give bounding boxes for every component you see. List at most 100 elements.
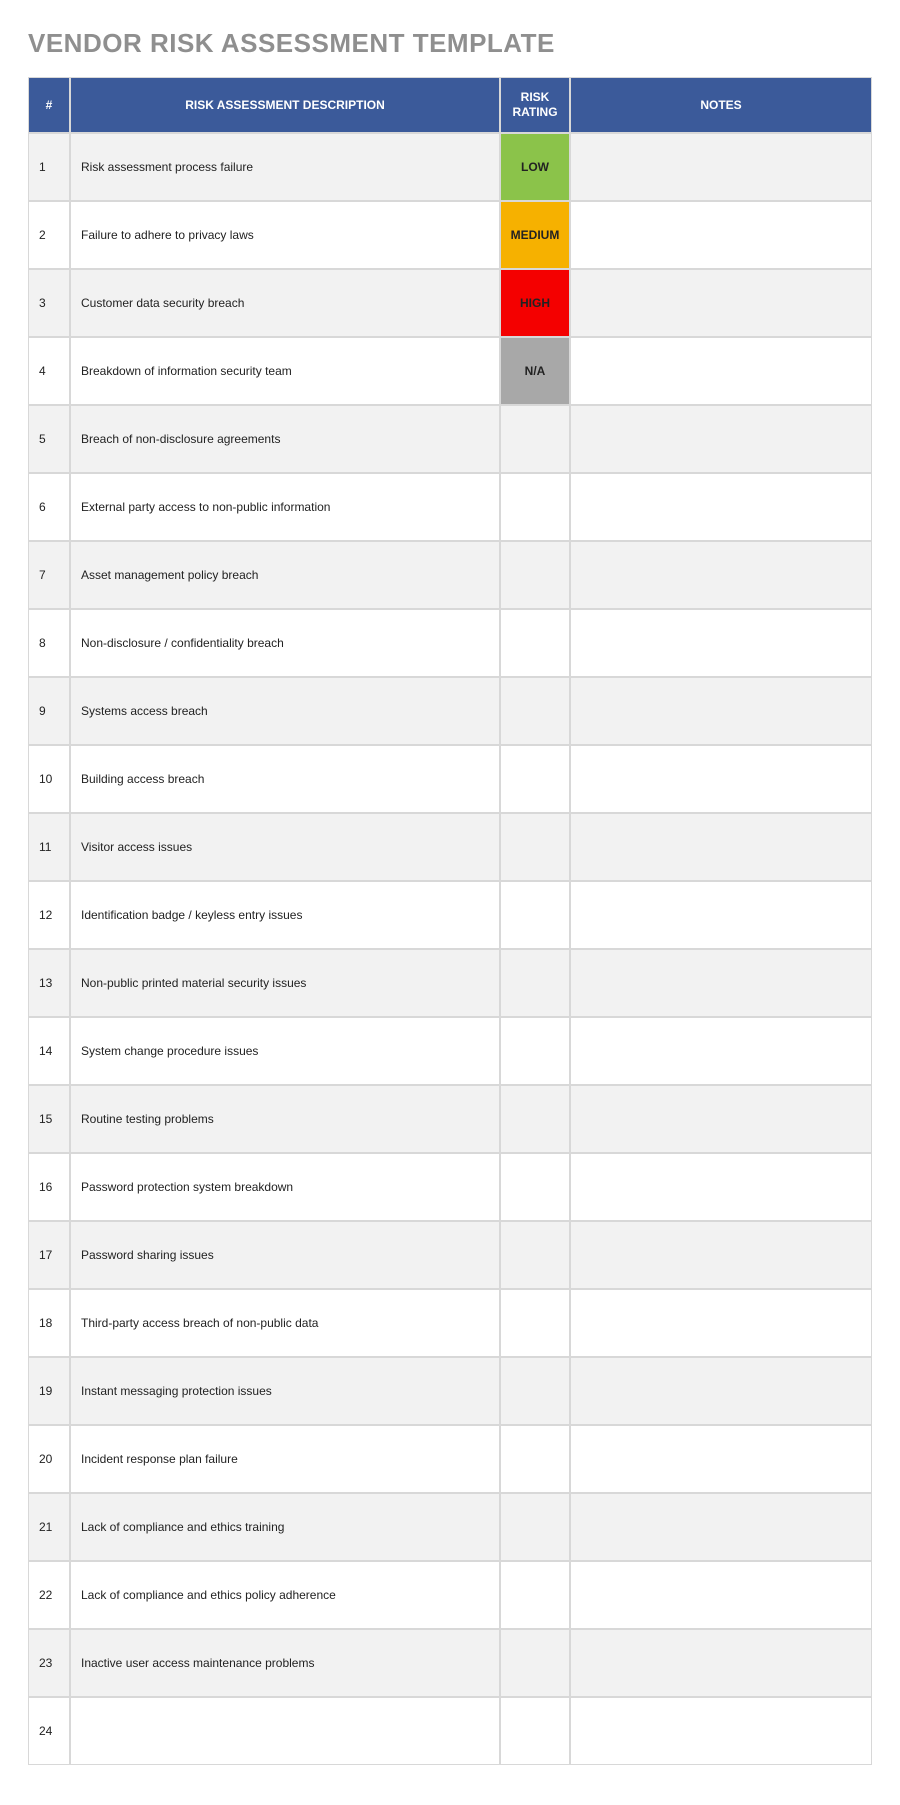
table-row: 7Asset management policy breach [28,541,872,609]
header-description: RISK ASSESSMENT DESCRIPTION [70,77,500,133]
risk-badge [511,1030,559,1072]
row-notes [570,405,872,473]
row-notes [570,609,872,677]
row-description: Incident response plan failure [70,1425,500,1493]
row-description: Building access breach [70,745,500,813]
row-description: Password protection system breakdown [70,1153,500,1221]
risk-badge [511,486,559,528]
risk-badge [511,758,559,800]
row-notes [570,337,872,405]
row-description: Password sharing issues [70,1221,500,1289]
risk-badge [511,1370,559,1412]
table-row: 24 [28,1697,872,1765]
row-number: 17 [28,1221,70,1289]
row-description: Identification badge / keyless entry iss… [70,881,500,949]
row-description: Visitor access issues [70,813,500,881]
row-notes [570,1629,872,1697]
row-notes [570,1153,872,1221]
row-risk-rating [500,1493,570,1561]
row-description: External party access to non-public info… [70,473,500,541]
row-risk-rating [500,1085,570,1153]
risk-badge [511,1098,559,1140]
row-risk-rating [500,1017,570,1085]
table-row: 4Breakdown of information security teamN… [28,337,872,405]
row-number: 19 [28,1357,70,1425]
row-number: 7 [28,541,70,609]
table-row: 13Non-public printed material security i… [28,949,872,1017]
row-number: 3 [28,269,70,337]
row-risk-rating: HIGH [500,269,570,337]
row-description: Lack of compliance and ethics training [70,1493,500,1561]
table-row: 19Instant messaging protection issues [28,1357,872,1425]
row-notes [570,541,872,609]
row-risk-rating [500,745,570,813]
row-notes [570,1085,872,1153]
row-description: Systems access breach [70,677,500,745]
risk-badge: MEDIUM [511,214,559,256]
risk-badge: LOW [511,146,559,188]
row-risk-rating [500,1561,570,1629]
row-number: 22 [28,1561,70,1629]
row-risk-rating [500,609,570,677]
row-description: Instant messaging protection issues [70,1357,500,1425]
row-risk-rating [500,473,570,541]
risk-badge [511,418,559,460]
risk-badge [511,1642,559,1684]
risk-badge [511,1234,559,1276]
row-notes [570,269,872,337]
table-row: 14System change procedure issues [28,1017,872,1085]
table-row: 6External party access to non-public inf… [28,473,872,541]
table-row: 21Lack of compliance and ethics training [28,1493,872,1561]
row-description: Routine testing problems [70,1085,500,1153]
row-notes [570,1017,872,1085]
risk-badge [511,962,559,1004]
row-number: 18 [28,1289,70,1357]
row-description: Risk assessment process failure [70,133,500,201]
row-description: Customer data security breach [70,269,500,337]
row-risk-rating [500,1697,570,1765]
row-notes [570,201,872,269]
risk-badge: N/A [511,350,559,392]
row-description: Non-public printed material security iss… [70,949,500,1017]
row-number: 20 [28,1425,70,1493]
row-number: 10 [28,745,70,813]
table-row: 15Routine testing problems [28,1085,872,1153]
row-risk-rating [500,1425,570,1493]
row-number: 1 [28,133,70,201]
row-number: 8 [28,609,70,677]
row-description [70,1697,500,1765]
row-number: 5 [28,405,70,473]
row-risk-rating [500,1221,570,1289]
row-number: 14 [28,1017,70,1085]
risk-badge [511,622,559,664]
table-row: 12Identification badge / keyless entry i… [28,881,872,949]
table-row: 23Inactive user access maintenance probl… [28,1629,872,1697]
row-description: Failure to adhere to privacy laws [70,201,500,269]
page-title: VENDOR RISK ASSESSMENT TEMPLATE [28,28,872,59]
row-risk-rating [500,813,570,881]
row-number: 15 [28,1085,70,1153]
row-notes [570,133,872,201]
row-notes [570,1221,872,1289]
row-number: 16 [28,1153,70,1221]
row-risk-rating [500,405,570,473]
risk-badge [511,894,559,936]
row-notes [570,949,872,1017]
row-number: 23 [28,1629,70,1697]
row-notes [570,1561,872,1629]
table-row: 18Third-party access breach of non-publi… [28,1289,872,1357]
row-description: Asset management policy breach [70,541,500,609]
header-notes: NOTES [570,77,872,133]
row-risk-rating [500,881,570,949]
row-notes [570,1697,872,1765]
row-description: Lack of compliance and ethics policy adh… [70,1561,500,1629]
row-risk-rating [500,949,570,1017]
table-row: 17Password sharing issues [28,1221,872,1289]
row-notes [570,1357,872,1425]
row-number: 6 [28,473,70,541]
row-number: 9 [28,677,70,745]
row-risk-rating [500,677,570,745]
header-risk: RISK RATING [500,77,570,133]
row-notes [570,1425,872,1493]
row-risk-rating: N/A [500,337,570,405]
